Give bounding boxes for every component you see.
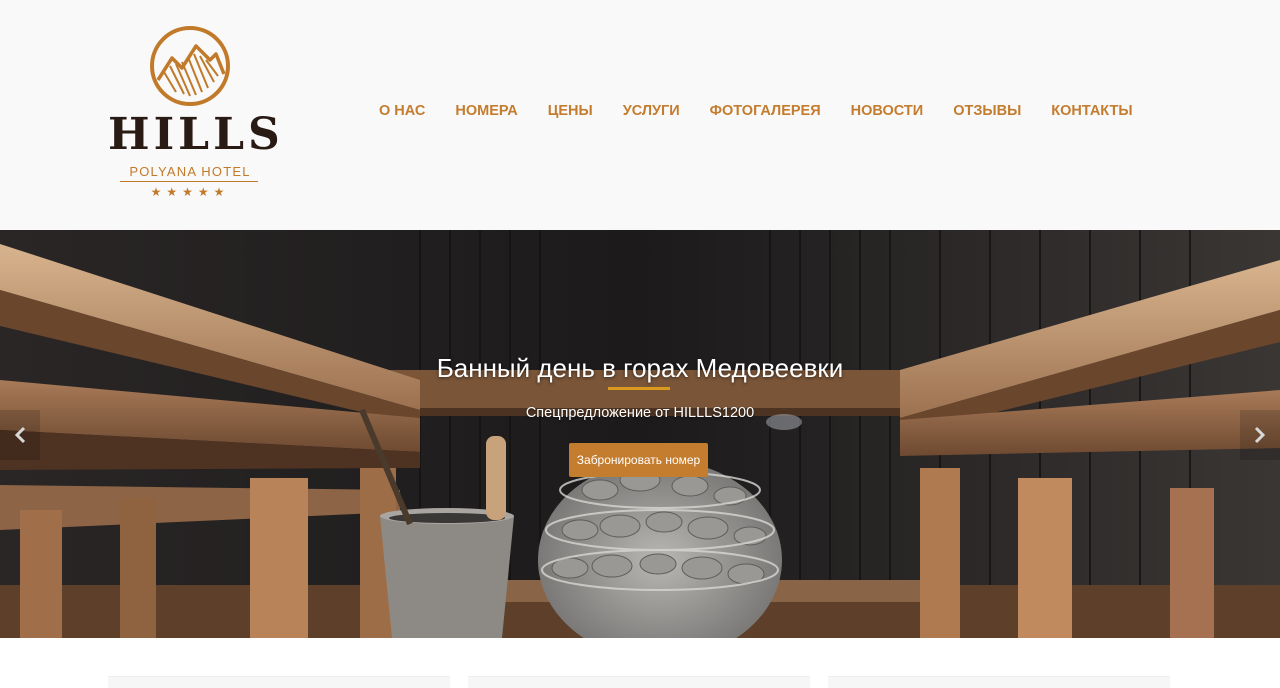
hero-slider: Банный день в горах Медовеевки Спецпредл… [0, 230, 1280, 638]
nav-item-contacts[interactable]: КОНТАКТЫ [1036, 100, 1147, 122]
chevron-right-icon [1254, 426, 1266, 444]
brand-name: HILLS [108, 109, 284, 160]
hills-logo[interactable]: HILLS POLYANA HOTEL ★★★★★ [108, 24, 284, 204]
sauna-interior-image [0, 230, 1280, 638]
nav-item-services[interactable]: УСЛУГИ [608, 100, 695, 122]
nav-item-gallery[interactable]: ФОТОГАЛЕРЕЯ [695, 100, 836, 122]
brand-divider [120, 181, 258, 182]
site-header: HILLS POLYANA HOTEL ★★★★★ О НАС НОМЕРА Ц… [0, 0, 1280, 230]
feature-card[interactable] [108, 676, 450, 688]
feature-card[interactable] [828, 676, 1170, 688]
hero-title: Банный день в горах Медовеевки [436, 353, 844, 383]
hero-title-underline [608, 387, 670, 390]
main-nav: О НАС НОМЕРА ЦЕНЫ УСЛУГИ ФОТОГАЛЕРЕЯ НОВ… [364, 100, 1148, 122]
mountain-emblem-icon [150, 26, 230, 106]
chevron-left-icon [14, 426, 26, 444]
brand-subtitle: POLYANA HOTEL [129, 164, 251, 179]
book-room-button[interactable]: Забронировать номер [569, 443, 708, 477]
hero-subtitle: Спецпредложение от HILLLS1200 [525, 405, 755, 421]
nav-item-about[interactable]: О НАС [364, 100, 440, 122]
brand-stars: ★★★★★ [150, 185, 230, 199]
nav-item-news[interactable]: НОВОСТИ [836, 100, 939, 122]
nav-item-prices[interactable]: ЦЕНЫ [533, 100, 608, 122]
feature-cards [108, 676, 1172, 688]
nav-item-rooms[interactable]: НОМЕРА [440, 100, 532, 122]
nav-item-reviews[interactable]: ОТЗЫВЫ [938, 100, 1036, 122]
feature-card[interactable] [468, 676, 810, 688]
